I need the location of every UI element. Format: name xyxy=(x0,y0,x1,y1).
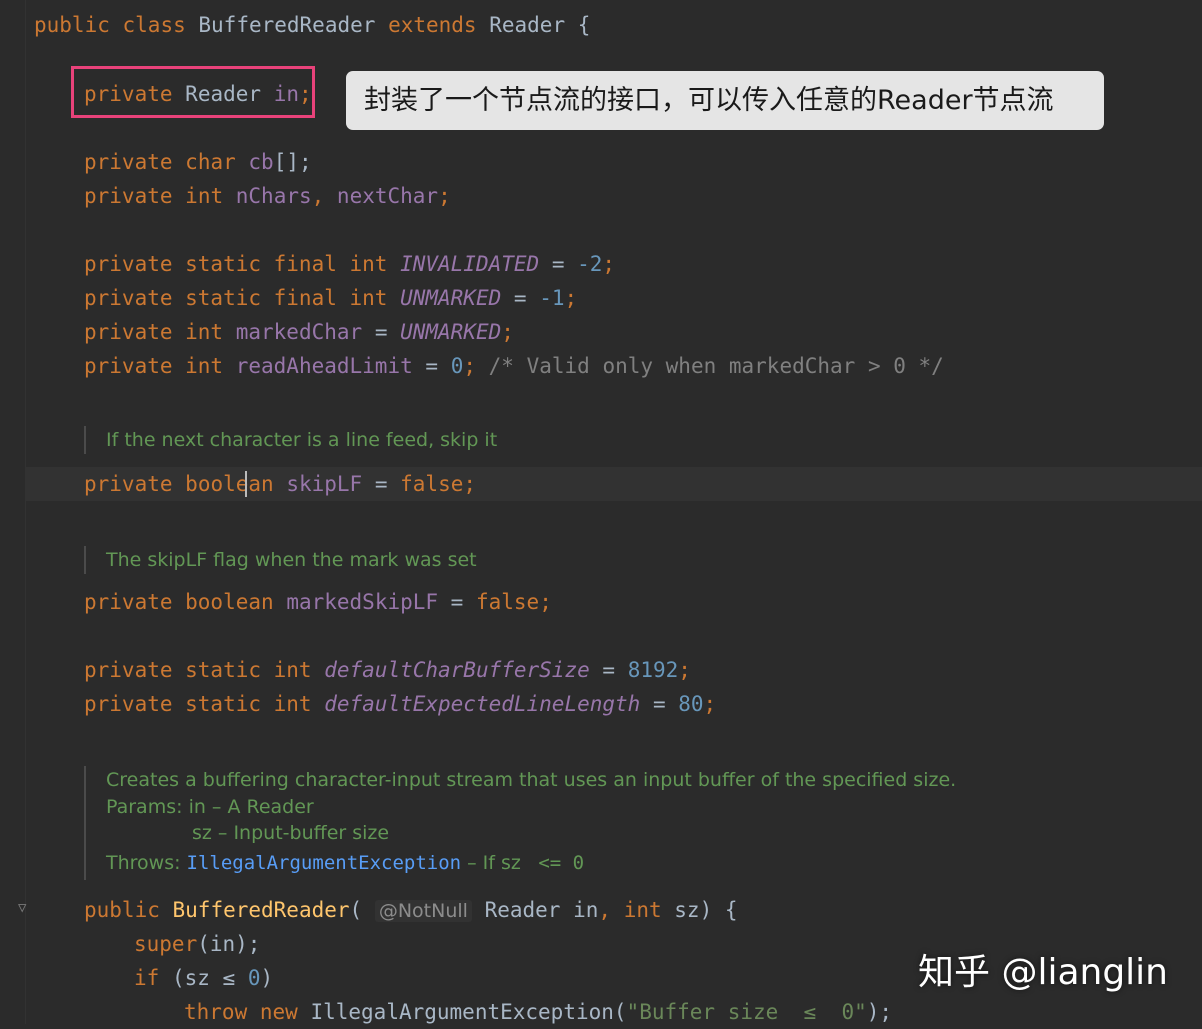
doc-text: The skipLF flag when the mark was set xyxy=(106,549,477,571)
override-gutter-icon[interactable]: ▽ xyxy=(18,900,30,916)
doc-throws: Throws: IllegalArgumentException – If sz… xyxy=(106,852,585,874)
gutter-divider xyxy=(25,0,26,1024)
field-invalidated-line[interactable]: private static final int INVALIDATED = -… xyxy=(84,247,615,281)
if-line[interactable]: if (sz ≤ 0) xyxy=(134,961,273,995)
doc-text: If the next character is a line feed, sk… xyxy=(106,429,498,451)
field-markedskiplf-line[interactable]: private boolean markedSkipLF = false; xyxy=(84,585,552,619)
text-caret xyxy=(245,471,247,497)
exception-link[interactable]: IllegalArgumentException xyxy=(187,852,462,874)
doc-params: Params: in – A Reader xyxy=(106,796,314,818)
class-declaration-line[interactable]: public class BufferedReader extends Read… xyxy=(34,8,590,42)
watermark: 知乎 @lianglin xyxy=(918,952,1168,993)
field-readahead-line[interactable]: private int readAheadLimit = 0; /* Valid… xyxy=(84,349,944,383)
notnull-annotation: @NotNull xyxy=(374,900,472,922)
editor-gutter xyxy=(0,0,26,1024)
field-defaultbuf-line[interactable]: private static int defaultCharBufferSize… xyxy=(84,653,691,687)
field-unmarked-line[interactable]: private static final int UNMARKED = -1; xyxy=(84,281,577,315)
field-cb-line[interactable]: private char cb[]; xyxy=(84,145,312,179)
field-skiplf-line[interactable]: private boolean skipLF = false; xyxy=(84,467,476,501)
doc-param-sz: sz – Input-buffer size xyxy=(192,822,390,844)
doc-comment-skiplf: If the next character is a line feed, sk… xyxy=(84,426,497,454)
field-nchars-line[interactable]: private int nChars, nextChar; xyxy=(84,179,451,213)
constructor-line[interactable]: public BufferedReader( @NotNull Reader i… xyxy=(84,893,738,927)
field-markedchar-line[interactable]: private int markedChar = UNMARKED; xyxy=(84,315,514,349)
doc-comment-constructor: Creates a buffering character-input stre… xyxy=(84,766,956,880)
field-defaultline-line[interactable]: private static int defaultExpectedLineLe… xyxy=(84,687,716,721)
super-call-line[interactable]: super(in); xyxy=(134,927,260,961)
highlight-box xyxy=(71,66,315,118)
annotation-tooltip: 封装了一个节点流的接口，可以传入任意的Reader节点流 xyxy=(346,71,1104,130)
doc-description: Creates a buffering character-input stre… xyxy=(106,769,957,791)
doc-comment-markedskiplf: The skipLF flag when the mark was set xyxy=(84,546,477,574)
